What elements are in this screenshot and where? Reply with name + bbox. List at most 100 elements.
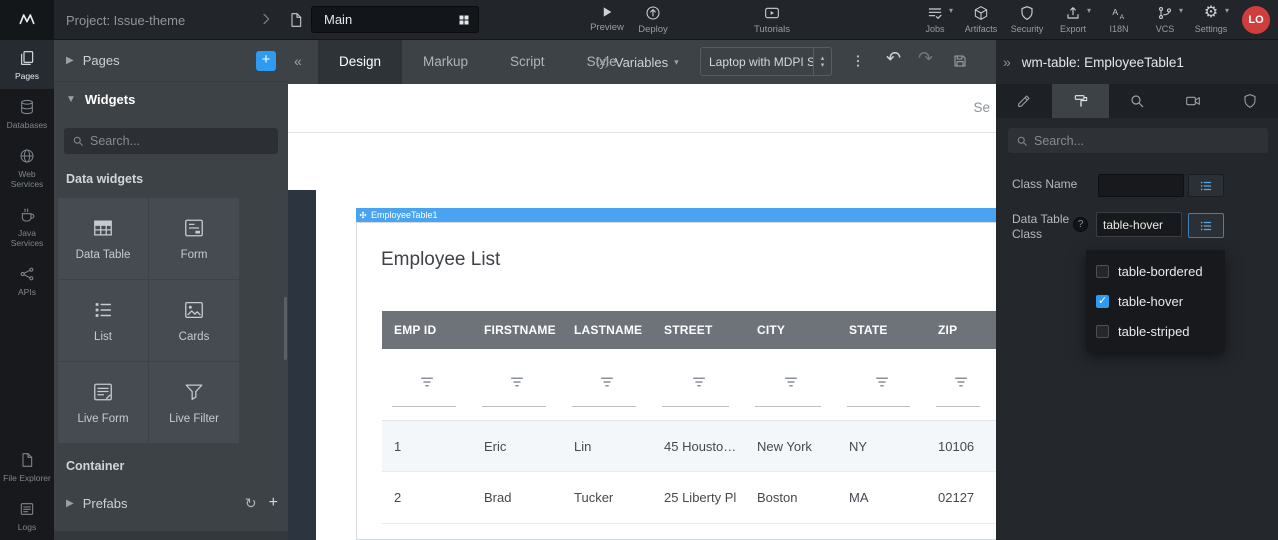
- column-header[interactable]: STREET: [652, 311, 745, 349]
- table-cell: 02127: [926, 472, 996, 523]
- sidebar-item-file-explorer[interactable]: File Explorer: [0, 442, 54, 491]
- filter-input[interactable]: [662, 406, 729, 407]
- filter-icon[interactable]: [873, 373, 891, 391]
- undo-icon[interactable]: ↶: [886, 48, 901, 69]
- funnel-icon: [183, 381, 205, 403]
- widget-card-list[interactable]: List: [58, 280, 148, 361]
- export-menu[interactable]: ▾ Export: [1050, 5, 1096, 34]
- refresh-icon[interactable]: ↻: [245, 495, 257, 512]
- column-header[interactable]: CITY: [745, 311, 837, 349]
- tab-script[interactable]: Script: [489, 40, 566, 84]
- filter-icon[interactable]: [782, 373, 800, 391]
- widget-card-live-filter[interactable]: Live Filter: [149, 362, 239, 443]
- tab-design[interactable]: Design: [318, 40, 402, 84]
- widget-selection-tag[interactable]: EmployeeTable1: [356, 208, 996, 222]
- filter-input[interactable]: [572, 406, 636, 407]
- coffee-cup-icon: [19, 207, 35, 223]
- column-header[interactable]: FIRSTNAME: [472, 311, 562, 349]
- pages-grid-icon[interactable]: [458, 14, 470, 26]
- sidebar-item-web-services[interactable]: Web Services: [0, 138, 54, 197]
- tab-inspect[interactable]: [1109, 84, 1165, 118]
- tab-security[interactable]: [1222, 84, 1278, 118]
- artifacts-menu[interactable]: Artifacts: [958, 5, 1004, 34]
- preview-button[interactable]: Preview: [581, 5, 633, 33]
- employee-table-widget[interactable]: Employee List EMP ID FIRSTNAME LASTNAME …: [356, 222, 996, 540]
- more-options-icon[interactable]: [850, 53, 866, 69]
- filter-icon[interactable]: [508, 373, 526, 391]
- table-cell: Eric: [472, 421, 562, 471]
- tab-styles[interactable]: [1052, 84, 1108, 118]
- deploy-button[interactable]: Deploy: [627, 5, 679, 35]
- video-icon: [764, 5, 780, 21]
- app-logo[interactable]: [0, 0, 54, 40]
- help-icon[interactable]: ?: [1073, 217, 1088, 232]
- dropdown-option-table-hover[interactable]: table-hover: [1086, 286, 1225, 316]
- jobs-menu[interactable]: ▾ Jobs: [912, 5, 958, 34]
- sidebar-item-apis[interactable]: APIs: [0, 256, 54, 305]
- sidebar-item-logs[interactable]: Logs: [0, 491, 54, 540]
- active-page-name: Main: [324, 12, 458, 27]
- i18n-menu[interactable]: AA I18N: [1096, 5, 1142, 34]
- pages-section-header[interactable]: ▶ Pages +: [54, 40, 288, 82]
- add-prefab-button[interactable]: +: [269, 494, 278, 512]
- checkbox[interactable]: [1096, 325, 1109, 338]
- tab-properties[interactable]: [996, 84, 1052, 118]
- redo-icon[interactable]: ↷: [918, 48, 933, 69]
- device-select[interactable]: Laptop with MDPI Screen ▴▾: [700, 47, 832, 76]
- widgets-section-header[interactable]: ▼ Widgets: [54, 82, 288, 116]
- move-icon: [359, 211, 367, 219]
- variables-menu[interactable]: {x} Variables ▾: [596, 40, 679, 84]
- class-name-input[interactable]: [1098, 174, 1184, 197]
- add-page-button[interactable]: +: [256, 51, 276, 71]
- data-table-class-input[interactable]: [1096, 212, 1182, 237]
- settings-menu[interactable]: ⚙ ▾ Settings: [1188, 5, 1234, 34]
- filter-input[interactable]: [755, 406, 821, 407]
- filter-icon[interactable]: [418, 373, 436, 391]
- dropdown-option-table-bordered[interactable]: table-bordered: [1086, 256, 1225, 286]
- filter-input[interactable]: [482, 406, 546, 407]
- project-name[interactable]: Project: Issue-theme: [66, 0, 185, 40]
- filter-input[interactable]: [392, 406, 456, 407]
- sidebar-item-pages[interactable]: Pages: [0, 40, 54, 89]
- column-header[interactable]: ZIP: [926, 311, 996, 349]
- column-header[interactable]: EMP ID: [382, 311, 472, 349]
- widget-search-input[interactable]: [90, 134, 270, 148]
- save-icon[interactable]: [952, 53, 968, 69]
- properties-search-input[interactable]: [1034, 134, 1260, 148]
- widget-card-live-form[interactable]: Live Form: [58, 362, 148, 443]
- filter-input[interactable]: [847, 406, 910, 407]
- filter-icon[interactable]: [952, 373, 970, 391]
- widget-card-data-table[interactable]: Data Table: [58, 198, 148, 279]
- tab-markup[interactable]: Markup: [402, 40, 489, 84]
- tab-preview[interactable]: [1165, 84, 1221, 118]
- table-row[interactable]: 1 Eric Lin 45 Housto… New York NY 10106: [382, 421, 996, 472]
- sidebar-item-java-services[interactable]: Java Services: [0, 197, 54, 256]
- sidebar-item-databases[interactable]: Databases: [0, 89, 54, 138]
- user-avatar[interactable]: LO: [1242, 6, 1270, 34]
- widget-card-cards[interactable]: Cards: [149, 280, 239, 361]
- table-row[interactable]: 2 Brad Tucker 25 Liberty Pl Boston MA 02…: [382, 472, 996, 524]
- designed-page-left-nav[interactable]: [288, 190, 316, 540]
- active-page-dropdown[interactable]: Main: [311, 6, 479, 33]
- checkbox[interactable]: [1096, 265, 1109, 278]
- checkbox[interactable]: [1096, 295, 1109, 308]
- class-name-list-button[interactable]: [1188, 174, 1224, 197]
- vcs-menu[interactable]: ▾ VCS: [1142, 5, 1188, 34]
- filter-input[interactable]: [936, 406, 980, 407]
- stepper-icon[interactable]: ▴▾: [813, 48, 831, 75]
- widget-card-form[interactable]: Form: [149, 198, 239, 279]
- column-header[interactable]: LASTNAME: [562, 311, 652, 349]
- chevron-right-icon[interactable]: [258, 11, 274, 27]
- filter-cell: [652, 349, 745, 420]
- panel-scrollbar[interactable]: [284, 297, 287, 360]
- expand-panel-icon[interactable]: »: [1003, 54, 1011, 70]
- prefabs-section-header[interactable]: ▶ Prefabs ↻ +: [54, 485, 288, 521]
- dropdown-option-table-striped[interactable]: table-striped: [1086, 316, 1225, 346]
- column-header[interactable]: STATE: [837, 311, 926, 349]
- tutorials-button[interactable]: Tutorials: [746, 5, 798, 35]
- filter-icon[interactable]: [598, 373, 616, 391]
- security-menu[interactable]: Security: [1004, 5, 1050, 34]
- collapse-left-panel-icon[interactable]: «: [294, 53, 302, 69]
- data-table-class-list-button[interactable]: [1188, 213, 1224, 238]
- filter-icon[interactable]: [690, 373, 708, 391]
